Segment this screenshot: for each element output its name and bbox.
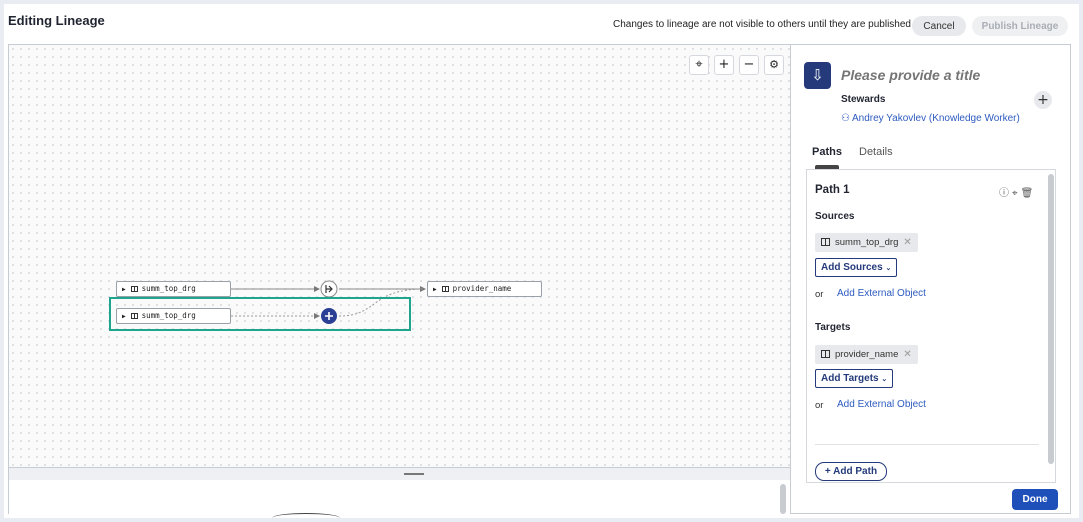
or-label: or xyxy=(815,289,824,300)
path-actions: ⓘ⌖🗑 xyxy=(999,184,1036,199)
table-icon xyxy=(130,286,138,292)
add-sources-button[interactable]: Add Sources ⌄ xyxy=(815,258,898,277)
or-label: or xyxy=(815,400,824,411)
table-icon xyxy=(821,238,830,246)
source-chip: summ_top_drg ✕ xyxy=(815,233,918,252)
help-icon[interactable]: ⓘ xyxy=(999,188,1012,199)
done-button[interactable]: Done xyxy=(1012,489,1058,510)
chevron-down-icon: ⌄ xyxy=(885,265,892,272)
chevron-down-icon: ⌄ xyxy=(881,376,888,383)
path-title: Path 1 xyxy=(815,184,850,196)
add-external-object-targets-link[interactable]: Add External Object xyxy=(837,399,926,410)
tab-paths[interactable]: Paths xyxy=(812,146,842,158)
targets-label: Targets xyxy=(815,322,851,333)
remove-target-close-icon[interactable]: ✕ xyxy=(903,349,911,360)
bottom-panel xyxy=(8,480,790,514)
table-icon xyxy=(821,350,830,358)
stewards-label: Stewards xyxy=(841,94,886,105)
lineage-details-panel: ⇩ Stewards + ⚇Andrey Yakovlev (Knowledge… xyxy=(790,44,1071,514)
publish-lineage-button[interactable]: Publish Lineage xyxy=(972,16,1068,36)
panel-scrollbar[interactable] xyxy=(1048,174,1054,464)
add-external-object-sources-link[interactable]: Add External Object xyxy=(837,288,926,299)
locate-icon[interactable]: ⌖ xyxy=(1012,188,1021,199)
add-targets-button[interactable]: Add Targets ⌄ xyxy=(815,369,894,388)
lineage-icon[interactable] xyxy=(320,280,338,298)
steward-link[interactable]: ⚇ Andrey Yakovlev (Knowledge Worker) xyxy=(841,113,1020,124)
title-input[interactable] xyxy=(841,67,1041,83)
panel-resize-handle[interactable] xyxy=(8,468,790,480)
lineage-edges xyxy=(231,280,426,324)
selected-path-highlight xyxy=(109,297,411,331)
card-divider xyxy=(815,444,1039,445)
tab-details[interactable]: Details xyxy=(859,146,893,158)
remove-source-close-icon[interactable]: ✕ xyxy=(903,237,911,248)
node-target-provider-name[interactable]: ▶ provider_name xyxy=(427,281,542,297)
sources-label: Sources xyxy=(815,211,855,222)
page-title: Editing Lineage xyxy=(8,13,105,28)
add-steward-plus-icon[interactable]: + xyxy=(1034,91,1052,109)
table-icon xyxy=(441,286,449,292)
target-chip: provider_name ✕ xyxy=(815,345,918,364)
lineage-canvas[interactable]: ⌖ + − ⚙ ▶ summ_top_drg ▶ summ_top_drg ▶ pro… xyxy=(8,44,790,468)
lineage-object-icon: ⇩ xyxy=(804,62,831,89)
bottom-scrollbar[interactable] xyxy=(780,484,786,514)
grip-icon xyxy=(404,473,424,475)
publish-note: Changes to lineage are not visible to ot… xyxy=(613,19,911,30)
path-card: Path 1 ⓘ⌖🗑 Sources summ_top_drg ✕ Add Sou… xyxy=(806,169,1056,483)
trash-icon[interactable]: 🗑 xyxy=(1021,188,1037,199)
cancel-button[interactable]: Cancel xyxy=(912,16,966,36)
bottom-panel-arc xyxy=(272,513,340,522)
node-source-summ-top-drg[interactable]: ▶ summ_top_drg xyxy=(116,281,231,297)
expand-caret-icon[interactable]: ▶ xyxy=(433,286,437,293)
add-path-button[interactable]: + Add Path xyxy=(815,462,887,481)
person-icon: ⚇ xyxy=(841,113,850,124)
expand-caret-icon[interactable]: ▶ xyxy=(122,286,126,293)
